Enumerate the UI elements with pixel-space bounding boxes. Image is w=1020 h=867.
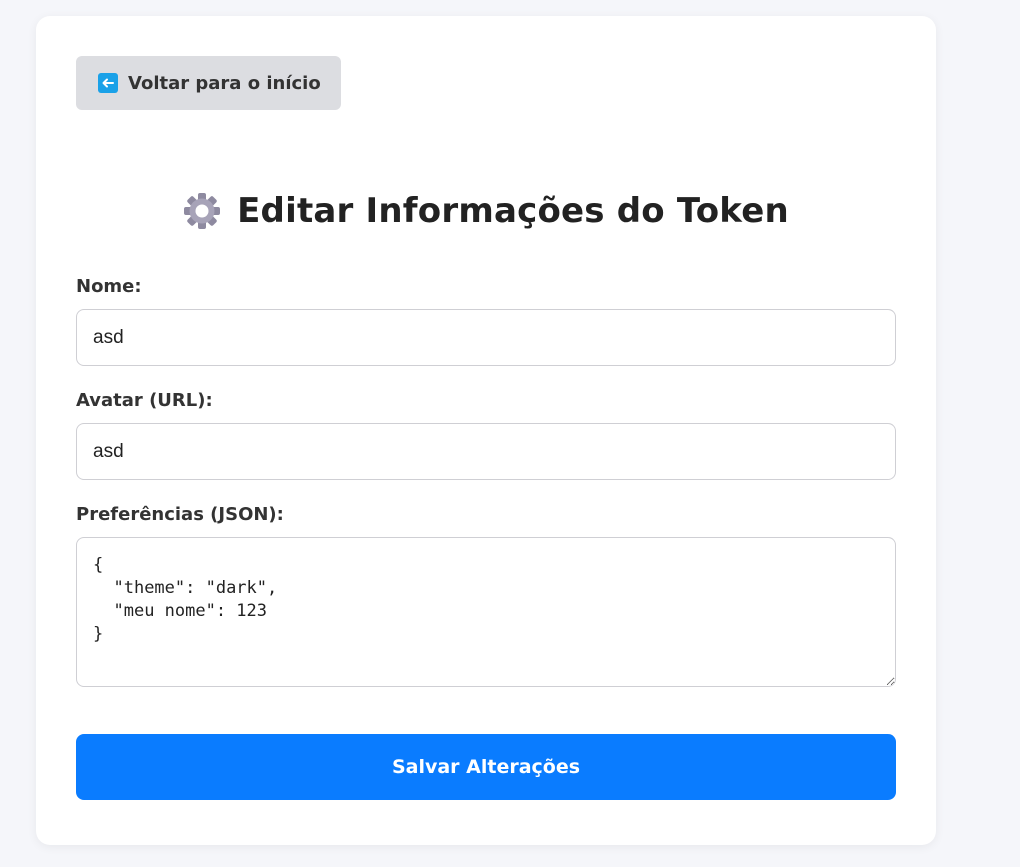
preferences-json-textarea[interactable]: { "theme": "dark", "meu nome": 123 }: [76, 537, 896, 687]
edit-token-card: Voltar para o início Editar Informações …: [36, 16, 936, 845]
name-input[interactable]: [76, 309, 896, 366]
save-changes-button[interactable]: Salvar Alterações: [76, 734, 896, 800]
page-title: Editar Informações do Token: [237, 191, 789, 231]
name-field-group: Nome:: [76, 276, 896, 366]
avatar-label: Avatar (URL):: [76, 390, 213, 411]
page-header: Editar Informações do Token: [76, 186, 896, 236]
left-arrow-icon: [98, 73, 118, 93]
back-home-button[interactable]: Voltar para o início: [76, 56, 341, 110]
back-home-label: Voltar para o início: [128, 72, 321, 94]
submit-row: Salvar Alterações: [76, 734, 896, 800]
preferences-label: Preferências (JSON):: [76, 504, 284, 525]
avatar-field-group: Avatar (URL):: [76, 390, 896, 480]
preferences-field-group: Preferências (JSON): { "theme": "dark", …: [76, 504, 896, 687]
name-label: Nome:: [76, 276, 142, 297]
avatar-url-input[interactable]: [76, 423, 896, 480]
gear-icon: [183, 192, 221, 230]
